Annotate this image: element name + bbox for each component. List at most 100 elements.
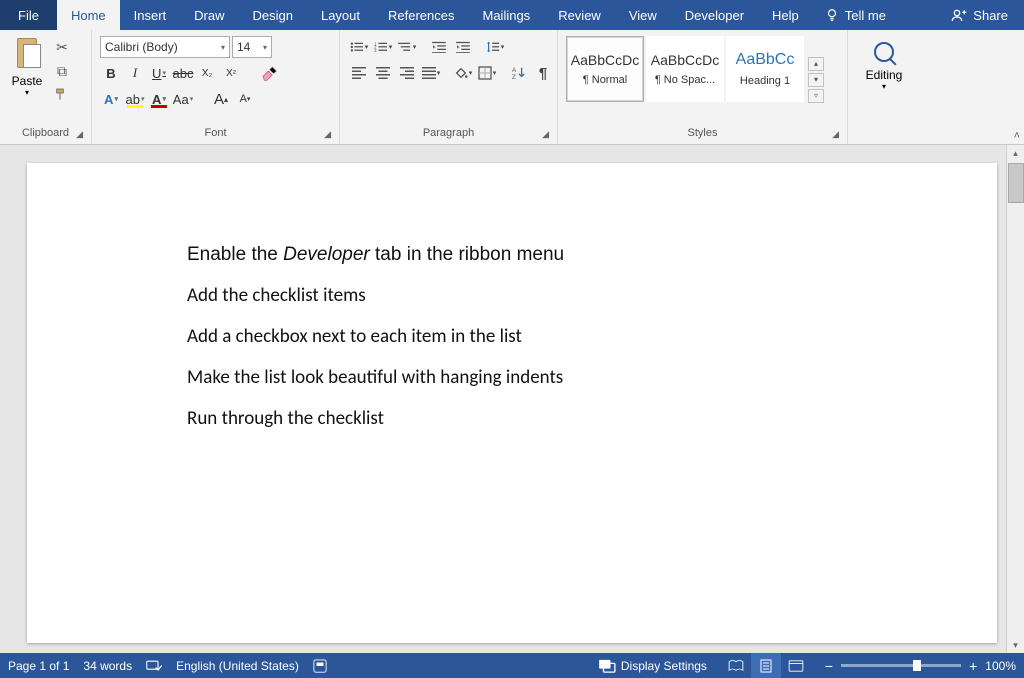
view-read-mode[interactable] <box>721 653 751 678</box>
change-case-button[interactable]: Aa▾ <box>172 88 194 110</box>
font-name-combo[interactable]: Calibri (Body)▾ <box>100 36 230 58</box>
bold-button[interactable]: B <box>100 62 122 84</box>
superscript-button[interactable]: X <box>220 62 242 84</box>
collapse-ribbon-button[interactable]: ˄ <box>1014 130 1020 142</box>
tab-help[interactable]: Help <box>758 0 813 30</box>
document-area: Enable the Developer tab in the ribbon m… <box>0 145 1024 653</box>
indent-icon <box>456 41 470 53</box>
style-heading1[interactable]: AaBbCc Heading 1 <box>726 36 804 102</box>
show-marks-button[interactable]: ¶ <box>532 62 554 84</box>
tell-me-label: Tell me <box>845 8 886 23</box>
document-line: Add the checklist items <box>187 284 997 307</box>
paste-label: Paste <box>12 74 43 88</box>
tab-draw[interactable]: Draw <box>180 0 238 30</box>
grow-font-button[interactable]: A▴ <box>210 88 232 110</box>
styles-scroll-down[interactable]: ▾ <box>808 73 824 87</box>
zoom-level[interactable]: 100% <box>985 659 1016 673</box>
status-language[interactable]: English (United States) <box>176 659 299 673</box>
display-icon <box>598 659 616 673</box>
clear-formatting-button[interactable] <box>258 62 280 84</box>
style-no-spacing[interactable]: AaBbCcDc ¶ No Spac... <box>646 36 724 102</box>
tab-layout[interactable]: Layout <box>307 0 374 30</box>
macro-icon <box>313 659 327 673</box>
chevron-down-icon: ▾ <box>882 82 886 91</box>
strikethrough-button[interactable]: abc <box>172 62 194 84</box>
document-line: Run through the checklist <box>187 407 997 430</box>
scroll-down-button[interactable]: ▾ <box>1008 637 1024 653</box>
justify-icon <box>422 67 436 79</box>
tab-review[interactable]: Review <box>544 0 615 30</box>
borders-button[interactable]: ▾ <box>476 62 498 84</box>
editing-label: Editing <box>866 68 903 82</box>
paragraph-dialog-launcher[interactable]: ◢ <box>542 129 549 140</box>
zoom-in-button[interactable]: + <box>969 658 977 674</box>
zoom-slider[interactable] <box>841 664 961 667</box>
bullets-button[interactable]: ▾ <box>348 36 370 58</box>
multilevel-list-button[interactable]: ▾ <box>396 36 418 58</box>
justify-button[interactable]: ▾ <box>420 62 442 84</box>
shading-button[interactable]: ▾ <box>452 62 474 84</box>
zoom-slider-thumb[interactable] <box>913 660 921 671</box>
document-page[interactable]: Enable the Developer tab in the ribbon m… <box>27 163 997 643</box>
tab-design[interactable]: Design <box>239 0 307 30</box>
tab-file[interactable]: File <box>0 0 57 30</box>
line-spacing-button[interactable]: ▾ <box>484 36 506 58</box>
status-word-count[interactable]: 34 words <box>83 659 132 673</box>
scroll-thumb[interactable] <box>1008 163 1024 203</box>
ribbon-tabs-bar: File Home Insert Draw Design Layout Refe… <box>0 0 1024 30</box>
underline-button[interactable]: U▾ <box>148 62 170 84</box>
highlight-color-button[interactable]: ab▾ <box>124 88 146 110</box>
cut-button[interactable]: ✂ <box>52 37 72 57</box>
group-clipboard: Paste ▾ ✂ ⧉ Clipboard◢ <box>0 30 92 144</box>
status-spellcheck[interactable] <box>146 659 162 673</box>
sort-button[interactable]: AZ <box>508 62 530 84</box>
font-size-combo[interactable]: 14▾ <box>232 36 272 58</box>
numbering-button[interactable]: 123▾ <box>372 36 394 58</box>
align-center-button[interactable] <box>372 62 394 84</box>
paste-button[interactable]: Paste ▾ <box>6 34 48 97</box>
font-color-button[interactable]: A▾ <box>148 88 170 110</box>
share-button[interactable]: Share <box>935 0 1024 30</box>
status-bar: Page 1 of 1 34 words English (United Sta… <box>0 653 1024 678</box>
ribbon: Paste ▾ ✂ ⧉ Clipboard◢ Calibri (Body)▾ 1… <box>0 30 1024 145</box>
status-macro[interactable] <box>313 659 327 673</box>
editing-button[interactable]: Editing ▾ <box>854 34 914 142</box>
tell-me-search[interactable]: Tell me <box>813 0 898 30</box>
styles-scroll-up[interactable]: ▴ <box>808 57 824 71</box>
align-right-icon <box>400 67 414 79</box>
paint-bucket-icon <box>454 66 468 80</box>
print-layout-icon <box>759 659 773 673</box>
status-page[interactable]: Page 1 of 1 <box>8 659 69 673</box>
tab-view[interactable]: View <box>615 0 671 30</box>
display-settings-button[interactable]: Display Settings <box>598 659 707 673</box>
format-painter-button[interactable] <box>52 85 72 105</box>
tab-insert[interactable]: Insert <box>120 0 181 30</box>
outdent-icon <box>432 41 446 53</box>
shrink-font-button[interactable]: A▾ <box>234 88 256 110</box>
bullets-icon <box>350 41 364 53</box>
view-print-layout[interactable] <box>751 653 781 678</box>
align-right-button[interactable] <box>396 62 418 84</box>
scroll-up-button[interactable]: ▴ <box>1008 145 1024 161</box>
align-center-icon <box>376 67 390 79</box>
style-normal[interactable]: AaBbCcDc ¶ Normal <box>566 36 644 102</box>
copy-button[interactable]: ⧉ <box>52 61 72 81</box>
tab-references[interactable]: References <box>374 0 468 30</box>
styles-dialog-launcher[interactable]: ◢ <box>832 129 839 140</box>
tab-home[interactable]: Home <box>57 0 120 30</box>
zoom-out-button[interactable]: − <box>825 658 833 674</box>
vertical-scrollbar[interactable]: ▴ ▾ <box>1006 145 1024 653</box>
font-dialog-launcher[interactable]: ◢ <box>324 129 331 140</box>
subscript-button[interactable]: X <box>196 62 218 84</box>
styles-expand[interactable]: ▿ <box>808 89 824 103</box>
tab-mailings[interactable]: Mailings <box>469 0 545 30</box>
align-left-button[interactable] <box>348 62 370 84</box>
italic-button[interactable]: I <box>124 62 146 84</box>
numbering-icon: 123 <box>374 41 388 53</box>
text-effects-button[interactable]: A▾ <box>100 88 122 110</box>
increase-indent-button[interactable] <box>452 36 474 58</box>
view-web-layout[interactable] <box>781 653 811 678</box>
tab-developer[interactable]: Developer <box>671 0 758 30</box>
clipboard-dialog-launcher[interactable]: ◢ <box>76 129 83 140</box>
decrease-indent-button[interactable] <box>428 36 450 58</box>
